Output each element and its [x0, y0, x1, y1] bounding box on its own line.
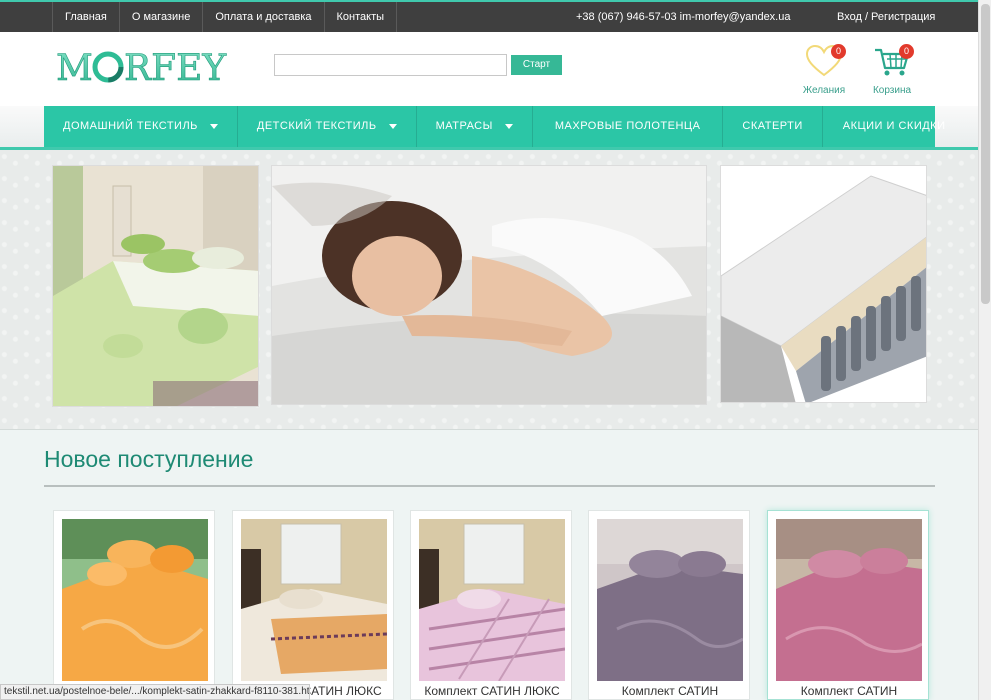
product-card[interactable] [53, 510, 215, 700]
top-nav-home[interactable]: Главная [52, 2, 120, 32]
chevron-down-icon [209, 123, 218, 129]
top-nav-contacts[interactable]: Контакты [325, 2, 398, 32]
product-image[interactable] [62, 519, 208, 681]
cart-label: Корзина [872, 85, 912, 96]
top-nav-payment-delivery[interactable]: Оплата и доставка [203, 2, 325, 32]
product-image[interactable] [241, 519, 387, 681]
slide-active-image[interactable] [271, 165, 707, 405]
nav-item-label: МАХРОВЫЕ ПОЛОТЕНЦА [554, 120, 701, 132]
nav-item-label: ДЕТСКИЙ ТЕКСТИЛЬ [256, 120, 377, 132]
product-card[interactable]: Комплект САТИН ЛЮКС [232, 510, 394, 700]
product-card[interactable]: Комплект САТИН [588, 510, 750, 700]
cart-button[interactable]: 0 Корзина [864, 44, 920, 104]
product-name[interactable]: Комплект САТИН ЛЮКС [411, 684, 573, 698]
main-nav: ДОМАШНИЙ ТЕКСТИЛЬ ДЕТСКИЙ ТЕКСТИЛЬ МАТРА… [44, 106, 945, 147]
scrollbar-thumb[interactable] [981, 4, 990, 304]
product-image[interactable] [419, 519, 565, 681]
cart-count-badge: 0 [899, 44, 914, 59]
chevron-down-icon [504, 123, 513, 129]
search-button[interactable]: Старт [511, 55, 562, 75]
nav-kids-textile[interactable]: ДЕТСКИЙ ТЕКСТИЛЬ [238, 106, 417, 147]
hero-slider [0, 150, 991, 430]
product-name[interactable]: Комплект САТИН [768, 684, 930, 698]
chevron-down-icon [388, 123, 397, 129]
nav-item-label: АКЦИИ И СКИДКИ [842, 120, 946, 132]
product-image[interactable] [776, 519, 922, 681]
header: M RFEY Старт 0 Желания 0 Корзина [0, 32, 991, 106]
browser-status-bar: tekstil.net.ua/postelnoe-bele/.../komple… [0, 684, 310, 700]
product-image[interactable] [597, 519, 743, 681]
login-register-link[interactable]: Вход / Регистрация [837, 2, 935, 32]
product-card[interactable]: Комплект САТИН ЛЮКС [410, 510, 572, 700]
svg-text:M: M [56, 48, 93, 89]
wishlist-count-badge: 0 [831, 44, 846, 59]
section-divider [44, 485, 935, 487]
nav-item-label: ДОМАШНИЙ ТЕКСТИЛЬ [63, 120, 198, 132]
nav-home-textile[interactable]: ДОМАШНИЙ ТЕКСТИЛЬ [44, 106, 238, 147]
top-nav-about[interactable]: О магазине [120, 2, 204, 32]
wishlist-button[interactable]: 0 Желания [796, 44, 852, 104]
slide-prev-image[interactable] [52, 165, 259, 407]
top-nav: Главная О магазине Оплата и доставка Кон… [52, 2, 398, 32]
nav-tablecloths[interactable]: СКАТЕРТИ [723, 106, 823, 147]
nav-towels[interactable]: МАХРОВЫЕ ПОЛОТЕНЦА [533, 106, 724, 147]
page-scrollbar[interactable] [978, 0, 991, 700]
wishlist-label: Желания [802, 85, 846, 96]
nav-item-label: СКАТЕРТИ [742, 120, 803, 132]
product-card[interactable]: Комплект САТИН [767, 510, 929, 700]
product-name[interactable]: Комплект САТИН [589, 684, 751, 698]
morfey-logo[interactable]: M RFEY [56, 42, 256, 92]
new-arrivals-title: Новое поступление [44, 446, 254, 472]
slide-next-image[interactable] [720, 165, 927, 403]
search-input[interactable] [274, 54, 507, 76]
nav-promotions[interactable]: АКЦИИ И СКИДКИ [823, 106, 966, 147]
svg-text:RFEY: RFEY [124, 48, 227, 89]
contact-info: +38 (067) 946-57-03 im-morfey@yandex.ua [576, 11, 791, 23]
nav-mattresses[interactable]: МАТРАСЫ [417, 106, 533, 147]
top-bar: Главная О магазине Оплата и доставка Кон… [0, 0, 991, 32]
main-nav-wrapper: ДОМАШНИЙ ТЕКСТИЛЬ ДЕТСКИЙ ТЕКСТИЛЬ МАТРА… [0, 106, 991, 150]
nav-item-label: МАТРАСЫ [435, 120, 493, 132]
